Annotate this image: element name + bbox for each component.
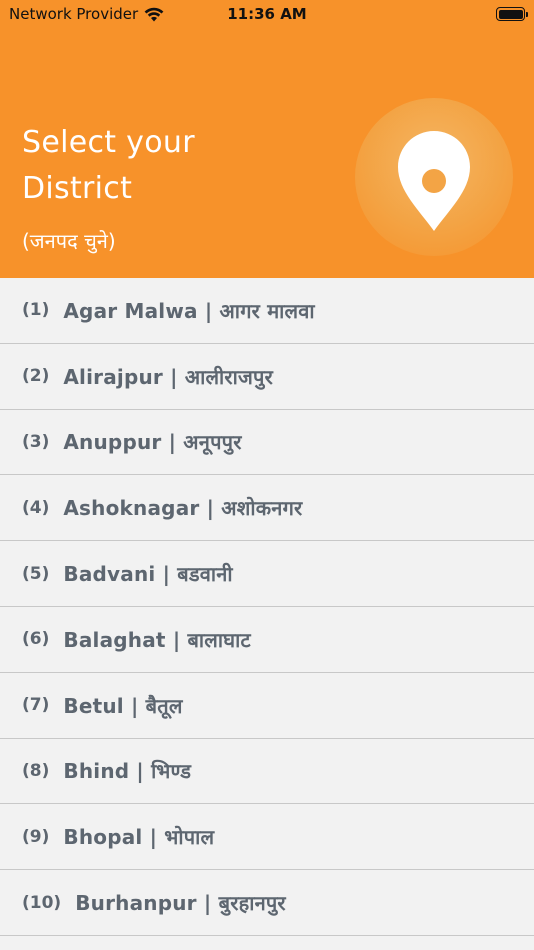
- district-number: (10): [22, 892, 62, 913]
- district-name: Bhind | भिण्ड: [63, 759, 192, 784]
- district-name: Bhopal | भोपाल: [63, 825, 215, 850]
- clock: 11:36 AM: [227, 5, 307, 23]
- district-name: Alirajpur | आलीराजपुर: [63, 364, 273, 389]
- district-row[interactable]: (1) Agar Malwa | आगर मालवा: [0, 278, 534, 344]
- status-bar: Network Provider 11:36 AM: [0, 0, 534, 28]
- district-row[interactable]: (3) Anuppur | अनूपपुर: [0, 409, 534, 476]
- location-pin-icon: [398, 131, 470, 231]
- district-number: (9): [22, 826, 50, 847]
- district-select-screen: Network Provider 11:36 AM Select your Di…: [0, 0, 534, 950]
- district-name: Agar Malwa | आगर मालवा: [63, 298, 315, 323]
- district-row[interactable]: (8) Bhind | भिण्ड: [0, 738, 534, 805]
- district-name: Burhanpur | बुरहानपुर: [75, 891, 286, 916]
- battery-icon: [496, 7, 528, 21]
- district-row[interactable]: (7) Betul | बैतूल: [0, 672, 534, 739]
- district-row[interactable]: (10) Burhanpur | बुरहानपुर: [0, 870, 534, 936]
- district-row[interactable]: (2) Alirajpur | आलीराजपुर: [0, 343, 534, 410]
- page-title-line1: Select your: [22, 125, 195, 160]
- page-title-line2: District: [22, 171, 133, 206]
- district-row[interactable]: (6) Balaghat | बालाघाट: [0, 606, 534, 673]
- district-name: Anuppur | अनूपपुर: [63, 430, 242, 455]
- district-row[interactable]: (4) Ashoknagar | अशोकनगर: [0, 475, 534, 542]
- district-list: (1) Agar Malwa | आगर मालवा (2) Alirajpur | …: [0, 278, 534, 936]
- district-number: (5): [22, 563, 50, 584]
- district-number: (4): [22, 497, 50, 518]
- district-row[interactable]: (5) Badvani | बडवानी: [0, 541, 534, 607]
- district-row[interactable]: (9) Bhopal | भोपाल: [0, 804, 534, 871]
- district-number: (8): [22, 760, 50, 781]
- district-name: Balaghat | बालाघाट: [63, 627, 251, 652]
- district-name: Betul | बैतूल: [63, 693, 183, 718]
- header: Network Provider 11:36 AM Select your Di…: [0, 0, 534, 278]
- district-name: Ashoknagar | अशोकनगर: [63, 496, 303, 521]
- district-number: (7): [22, 695, 50, 716]
- district-number: (3): [22, 431, 50, 452]
- district-number: (1): [22, 300, 50, 321]
- district-name: Badvani | बडवानी: [63, 562, 233, 587]
- district-number: (6): [22, 629, 50, 650]
- page-subtitle: (जनपद चुने): [22, 229, 116, 253]
- district-number: (2): [22, 366, 50, 387]
